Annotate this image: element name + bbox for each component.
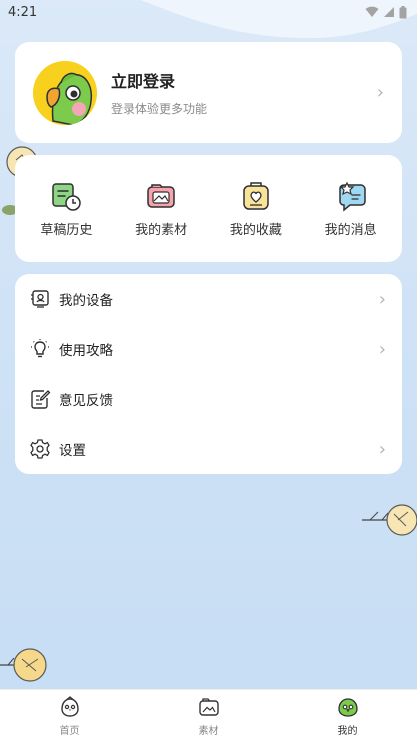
menu-item-settings[interactable]: 设置 › <box>29 424 386 474</box>
menu-item-label: 意见反馈 <box>59 393 113 409</box>
tab-mine[interactable]: 我的 <box>278 690 417 741</box>
menu-item-user-guide[interactable]: 使用攻略 › <box>29 324 386 374</box>
quick-action-label: 我的消息 <box>324 223 377 238</box>
material-icon <box>147 184 175 208</box>
quick-action-my-material[interactable]: 我的素材 <box>121 179 201 238</box>
menu-item-feedback[interactable]: 意见反馈 <box>29 374 386 424</box>
status-time: 4:21 <box>8 4 38 20</box>
bottom-tab-bar: 首页 素材 我的 <box>0 689 417 741</box>
quick-action-draft-history[interactable]: 草稿历史 <box>26 179 106 238</box>
mine-bird-icon <box>337 697 358 717</box>
menu-item-my-device[interactable]: 我的设备 › <box>29 274 386 324</box>
chevron-right-icon: › <box>378 288 386 310</box>
favorites-icon <box>243 182 269 210</box>
chevron-right-icon: › <box>378 438 386 460</box>
chevron-right-icon: › <box>376 82 384 103</box>
menu-item-label: 使用攻略 <box>59 343 113 359</box>
quick-action-my-messages[interactable]: 我的消息 <box>311 179 391 238</box>
avatar[interactable] <box>33 60 97 125</box>
device-icon <box>31 290 49 308</box>
login-card[interactable]: 立即登录 登录体验更多功能 › <box>15 42 402 143</box>
background-hill <box>100 0 417 39</box>
decorative-leaf-icon <box>362 504 417 536</box>
lightbulb-icon <box>31 339 49 358</box>
quick-action-label: 我的素材 <box>135 223 188 238</box>
tab-home[interactable]: 首页 <box>0 690 139 741</box>
decorative-leaf-icon <box>0 648 47 682</box>
quick-action-label: 我的收藏 <box>229 223 282 238</box>
quick-action-my-favorites[interactable]: 我的收藏 <box>216 179 296 238</box>
material-folder-icon <box>198 697 219 716</box>
chevron-right-icon: › <box>378 338 386 360</box>
menu-card: 我的设备 › 使用攻略 › 意见反馈 设置 › <box>15 274 402 474</box>
feedback-icon <box>31 390 51 409</box>
parrot-avatar-icon <box>33 60 97 125</box>
home-bird-icon <box>60 695 79 717</box>
draft-history-icon <box>52 183 82 211</box>
menu-item-label: 设置 <box>59 443 86 459</box>
tab-label: 首页 <box>59 725 80 737</box>
menu-item-label: 我的设备 <box>59 293 113 309</box>
messages-icon <box>338 181 366 212</box>
login-text: 立即登录 登录体验更多功能 <box>111 68 377 117</box>
tab-label: 我的 <box>337 725 358 737</box>
login-subtitle: 登录体验更多功能 <box>111 102 208 116</box>
tab-material[interactable]: 素材 <box>139 690 278 741</box>
quick-actions-card: 草稿历史 我的素材 我的收藏 我的消息 <box>15 155 402 262</box>
quick-action-label: 草稿历史 <box>40 223 93 238</box>
tab-label: 素材 <box>198 725 219 737</box>
gear-icon <box>30 439 50 459</box>
login-title[interactable]: 立即登录 <box>111 68 377 92</box>
